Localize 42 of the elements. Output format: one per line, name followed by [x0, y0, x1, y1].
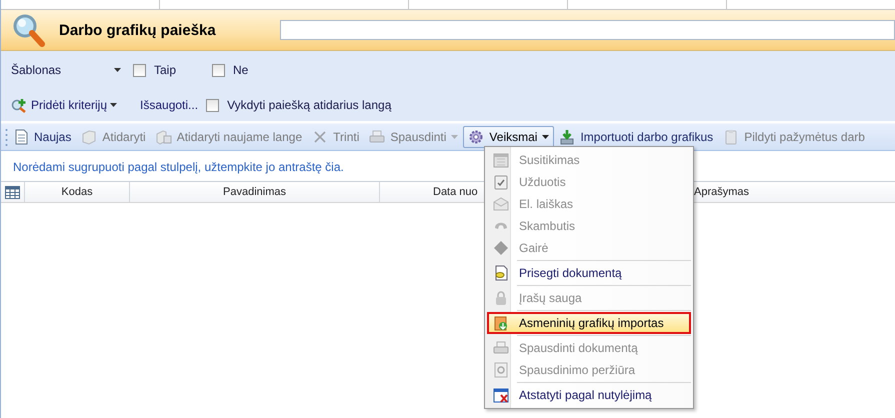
- envelope-icon: [493, 196, 509, 212]
- printer-icon: [369, 129, 386, 145]
- document-icon: [13, 129, 29, 145]
- padlock-icon: [493, 290, 509, 306]
- grip-icon: [5, 128, 8, 146]
- checkbox-label: Taip: [154, 63, 176, 77]
- clipboard-icon: [723, 129, 740, 145]
- calendar-icon: [493, 152, 509, 168]
- checkbox[interactable]: [133, 64, 146, 76]
- group-hint: Norėdami sugrupuoti pagal stulpelį, užtempkite jo antraštę čia.: [13, 160, 344, 174]
- diamond-icon: [493, 240, 509, 256]
- gear-icon: [468, 129, 484, 145]
- menu-item[interactable]: Asmeninių grafikų importas: [487, 312, 691, 334]
- checkbox-label: Vykdyti paiešką atidarius langą: [227, 98, 392, 112]
- search-icon: [11, 13, 45, 47]
- reset-window-icon: [493, 387, 509, 403]
- checkbox-label: Ne: [233, 63, 248, 77]
- printer-icon: [493, 340, 509, 356]
- caret-icon: [110, 103, 118, 107]
- toolbar-button[interactable]: Importuoti darbo grafikus: [554, 126, 718, 148]
- menu-item[interactable]: Prisegti dokumentą: [487, 262, 691, 284]
- attached-document-icon: [493, 265, 509, 281]
- table-icon: [5, 186, 20, 198]
- window-title: Darbo grafikų paieška: [59, 22, 217, 38]
- menu-item[interactable]: Atstatyti pagal nutylėjimą: [487, 384, 691, 406]
- magnifier-plus-icon: [11, 98, 27, 112]
- save-button[interactable]: Išsaugoti...: [140, 98, 198, 112]
- toolbar-button[interactable]: Veiksmai: [463, 126, 554, 148]
- import-icon: [493, 315, 509, 331]
- delete-icon: [312, 129, 328, 145]
- caret-icon: [114, 68, 121, 72]
- checked-clipboard-icon: [493, 174, 509, 190]
- checkbox[interactable]: [206, 98, 220, 112]
- print-preview-icon: [493, 362, 509, 378]
- template-dropdown[interactable]: Šablonas: [11, 63, 127, 77]
- add-criteria-button[interactable]: Pridėti kriterijų: [11, 98, 118, 112]
- column-header[interactable]: Pavadinimas: [130, 182, 380, 202]
- column-header[interactable]: Kodas: [25, 182, 130, 202]
- toolbar-button[interactable]: Naujas: [8, 126, 76, 148]
- checkbox[interactable]: [212, 64, 225, 76]
- search-field[interactable]: [280, 20, 895, 40]
- download-icon: [559, 129, 576, 145]
